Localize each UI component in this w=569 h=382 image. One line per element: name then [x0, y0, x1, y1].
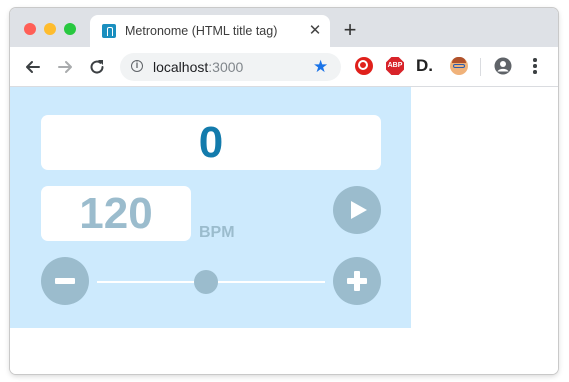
- profile-icon[interactable]: [494, 57, 512, 75]
- account-circle-icon: [494, 57, 512, 75]
- adblock-plus-icon[interactable]: ABP: [386, 57, 404, 75]
- bpm-unit-label: BPM: [199, 224, 235, 241]
- metronome-favicon-icon: [102, 24, 116, 38]
- tempo-slider-thumb[interactable]: [194, 270, 218, 294]
- back-button[interactable]: [22, 56, 44, 78]
- title-bar: Metronome (HTML title tag) ✕ +: [10, 8, 558, 47]
- forward-arrow-icon: [58, 61, 72, 73]
- url-text: localhost:3000: [153, 59, 243, 75]
- address-bar[interactable]: i localhost:3000 ★: [120, 53, 341, 81]
- new-tab-button[interactable]: +: [340, 19, 360, 41]
- bookmark-star-icon[interactable]: ★: [313, 57, 328, 77]
- d-extension-icon[interactable]: D.: [416, 57, 438, 75]
- window-close-button[interactable]: [24, 23, 36, 35]
- browser-tab[interactable]: Metronome (HTML title tag) ✕: [90, 15, 330, 47]
- toolbar-divider: [480, 58, 481, 76]
- tab-close-icon[interactable]: ✕: [307, 21, 323, 41]
- window-minimize-button[interactable]: [44, 23, 56, 35]
- url-host: localhost: [153, 59, 209, 75]
- avatar-extension-icon[interactable]: [450, 57, 468, 75]
- metronome-app: 0 120 BPM: [10, 87, 411, 328]
- browser-window: Metronome (HTML title tag) ✕ + i localho…: [10, 8, 558, 374]
- reload-icon: [90, 60, 104, 74]
- site-info-icon[interactable]: i: [131, 60, 143, 72]
- bpm-input[interactable]: 120: [41, 186, 191, 241]
- tab-title: Metronome (HTML title tag): [125, 24, 278, 38]
- reload-button[interactable]: [86, 56, 108, 78]
- increase-tempo-button[interactable]: [333, 257, 381, 305]
- beat-count-display: 0: [41, 115, 381, 170]
- url-port: :3000: [208, 59, 244, 75]
- decrease-tempo-button[interactable]: [41, 257, 89, 305]
- browser-toolbar: i localhost:3000 ★ ABP D.: [10, 47, 558, 87]
- screen-recorder-icon[interactable]: [355, 57, 373, 75]
- page-viewport: 0 120 BPM: [10, 87, 558, 374]
- window-maximize-button[interactable]: [64, 23, 76, 35]
- play-button[interactable]: [333, 186, 381, 234]
- browser-menu-icon[interactable]: [529, 56, 541, 76]
- forward-button[interactable]: [54, 56, 76, 78]
- back-arrow-icon: [26, 61, 40, 73]
